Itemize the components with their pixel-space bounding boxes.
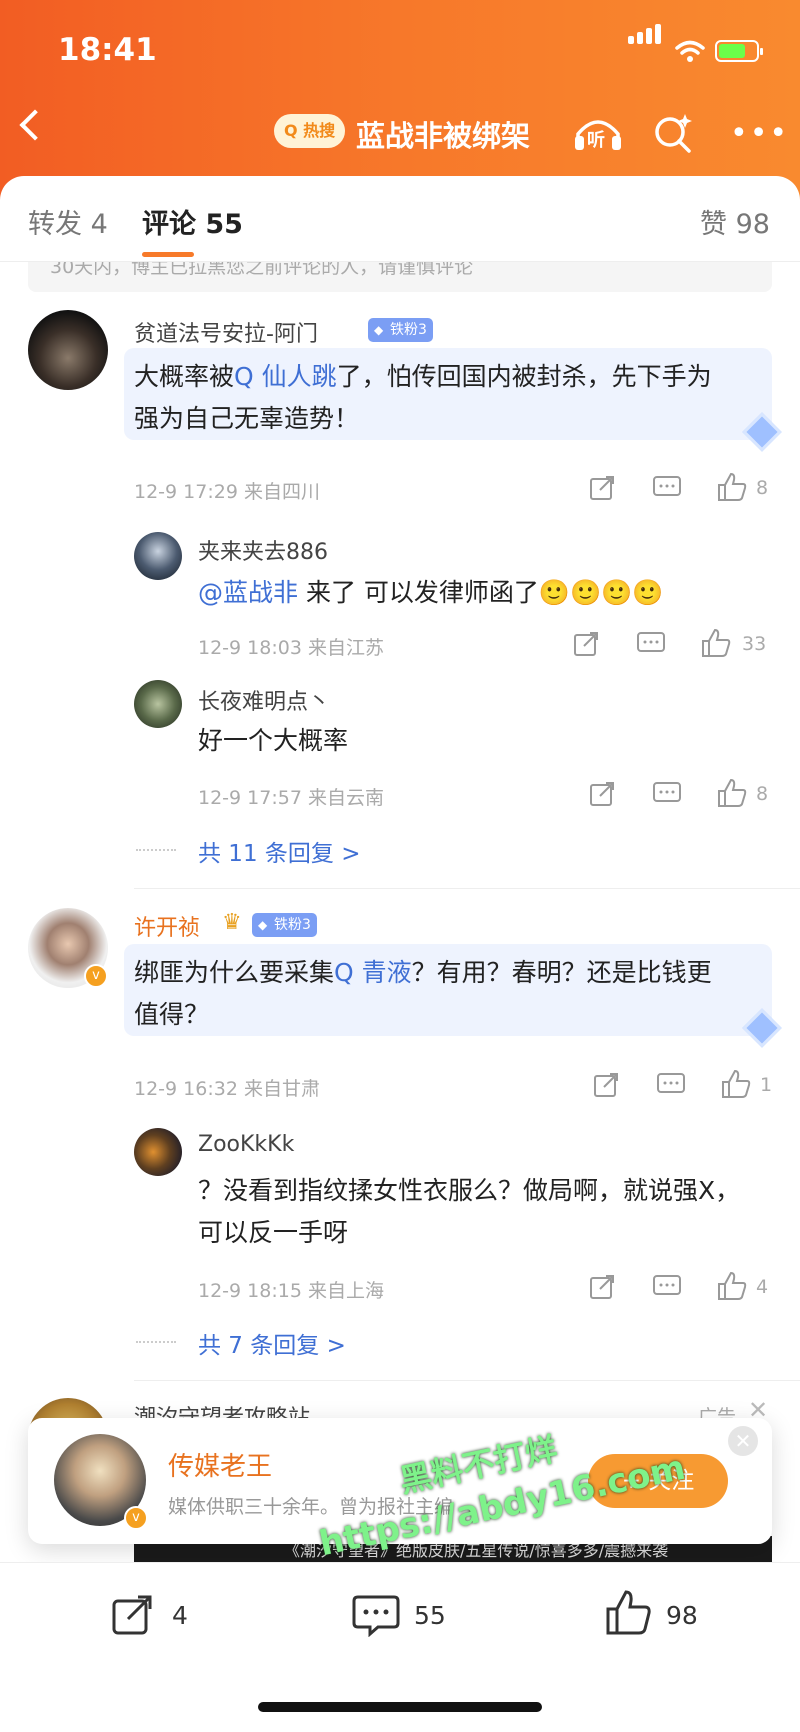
reply-meta: 12-9 18:03 来自江苏 (198, 637, 384, 659)
comment-username[interactable]: 贫道法号安拉-阿门 (134, 316, 318, 348)
divider (136, 849, 176, 851)
notice-text: 30天内，博主已拉黑您之前评论的人，请谨慎评论 (50, 262, 474, 278)
status-time: 18:41 (58, 32, 157, 68)
popup-name[interactable]: 传媒老王 (168, 1446, 272, 1483)
close-icon[interactable]: ✕ (728, 1426, 758, 1456)
like-icon[interactable] (716, 472, 748, 502)
reply-username[interactable]: 夹来夹去886 (198, 534, 328, 566)
like-button[interactable]: 98 (604, 1589, 714, 1639)
avatar[interactable] (134, 532, 182, 580)
top-header: 18:41 Q 热搜 蓝战非被绑架 听 ••• (0, 0, 800, 200)
comment-count: 55 (414, 1601, 446, 1630)
reply-body: 来了 可以发律师函了🙂🙂🙂🙂 (298, 578, 664, 607)
share-icon[interactable] (572, 630, 600, 658)
more-replies-link[interactable]: 共 7 条回复 > (198, 1326, 346, 1360)
search-icon[interactable] (652, 112, 694, 154)
status-bar: 18:41 (0, 24, 800, 70)
comment-icon[interactable] (656, 1071, 686, 1099)
crown-icon: ♛ (222, 910, 242, 935)
listen-label: 听 (587, 130, 605, 151)
listen-button[interactable]: 听 (572, 112, 624, 154)
comment-notice: 30天内，博主已拉黑您之前评论的人，请谨慎评论 ⌃ (28, 262, 772, 292)
avatar[interactable] (134, 680, 182, 728)
like-count: 33 (742, 633, 767, 655)
like-count: 8 (756, 783, 769, 805)
avatar[interactable] (134, 1128, 182, 1176)
comment-bubble: 大概率被Q 仙人跳了，怕传回国内被封杀，先下手为强为自己无辜造势！ (124, 348, 772, 440)
fan-badge: 铁粉3 (368, 318, 433, 342)
reply-meta: 12-9 18:15 来自上海 (198, 1280, 384, 1302)
share-icon[interactable] (588, 474, 616, 502)
collapse-icon[interactable]: ⌃ (748, 262, 764, 276)
tab-bar: 转发 4 评论 55 赞 98 (0, 176, 800, 262)
avatar[interactable] (28, 310, 108, 390)
like-count: 1 (760, 1074, 773, 1096)
fan-badge: 铁粉3 (252, 913, 317, 937)
share-icon[interactable] (588, 780, 616, 808)
comment-meta: 12-9 16:32 来自甘肃 (134, 1078, 320, 1100)
battery-icon (715, 40, 763, 62)
page-title: 蓝战非被绑架 (356, 119, 531, 153)
more-replies-link[interactable]: 共 11 条回复 > (198, 834, 360, 868)
like-icon[interactable] (700, 628, 732, 658)
wifi-icon (675, 40, 705, 62)
comment-button[interactable]: 55 (352, 1593, 462, 1638)
like-count: 8 (756, 477, 769, 499)
divider (134, 1380, 800, 1381)
like-icon[interactable] (716, 778, 748, 808)
tab-repost[interactable]: 转发 4 (28, 202, 108, 241)
reply-meta: 12-9 17:57 来自云南 (198, 787, 384, 809)
repost-button[interactable]: 4 (110, 1593, 200, 1637)
comment-icon[interactable] (636, 630, 666, 658)
topic-link[interactable]: Q 仙人跳 (234, 362, 337, 391)
topic-link[interactable]: Q 青液 (334, 958, 412, 987)
like-count: 4 (756, 1276, 769, 1298)
verified-icon: v (124, 1506, 148, 1530)
comment-icon[interactable] (652, 474, 682, 502)
more-icon[interactable]: ••• (730, 116, 789, 151)
home-indicator (258, 1702, 542, 1712)
comment-text: 绑匪为什么要采集 (134, 958, 335, 987)
reply-username[interactable]: 长夜难明点丶 (198, 684, 330, 716)
reply-text: 好一个大概率 (198, 726, 349, 755)
share-icon[interactable] (588, 1273, 616, 1301)
tab-comment[interactable]: 评论 55 (142, 202, 243, 241)
verified-icon: v (84, 964, 108, 988)
comment-meta: 12-9 17:29 来自四川 (134, 481, 320, 503)
comment-bubble: 绑匪为什么要采集Q 青液？有用？春明？还是比钱更值得？ (124, 944, 772, 1036)
like-icon (606, 1590, 651, 1635)
like-icon[interactable] (716, 1271, 748, 1301)
like-icon[interactable] (720, 1069, 752, 1099)
reply-text: ？没看到指纹揉女性衣服么？做局啊，就说强X，可以反一手呀 (198, 1176, 741, 1247)
mention-link[interactable]: @蓝战非 (198, 578, 298, 607)
back-button[interactable] (19, 109, 51, 141)
repost-count: 4 (172, 1601, 188, 1630)
comment-icon[interactable] (652, 780, 682, 808)
comment-text: 大概率被 (134, 362, 235, 391)
tab-like[interactable]: 赞 98 (700, 202, 770, 241)
share-icon[interactable] (592, 1071, 620, 1099)
divider (136, 1341, 176, 1343)
hot-search-badge[interactable]: Q 热搜 (274, 114, 346, 148)
reply-text: @蓝战非 来了 可以发律师函了🙂🙂🙂🙂 (198, 572, 778, 614)
tab-underline (142, 252, 194, 257)
comment-username[interactable]: 许开祯 (134, 910, 200, 942)
like-count: 98 (666, 1601, 698, 1630)
reply-username[interactable]: ZooKkKk (198, 1132, 294, 1157)
comment-icon (352, 1595, 400, 1638)
comment-icon[interactable] (652, 1273, 682, 1301)
divider (134, 888, 800, 889)
share-icon (112, 1595, 152, 1635)
